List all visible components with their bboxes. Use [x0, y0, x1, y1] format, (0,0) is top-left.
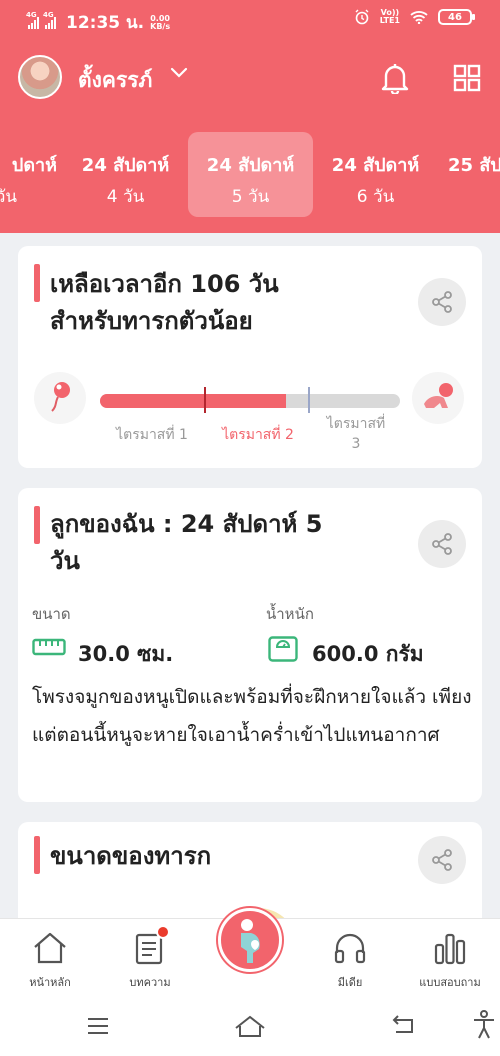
baby-description: โพรงจมูกของหนูเปิดและพร้อมที่จะฝึกหายใจแ… [32, 686, 472, 746]
share-button[interactable] [418, 520, 466, 568]
share-icon [432, 849, 452, 871]
battery-indicator: 46 [438, 9, 475, 25]
bar-chart-icon [434, 933, 466, 965]
title-accent [34, 264, 40, 302]
accessibility-icon[interactable] [472, 1010, 496, 1040]
progress-fill [100, 394, 286, 408]
week-item[interactable]: ปดาห์ วัน [0, 132, 65, 217]
trimester-label: ไตรมาสที่ 1 [116, 427, 188, 443]
headphones-icon [334, 933, 366, 964]
ruler-icon [32, 638, 66, 656]
nav-quiz[interactable]: แบบสอบถาม [400, 919, 500, 999]
week-item[interactable]: 25 สัป [440, 132, 500, 217]
lte-indicator: Vo)) LTE1 [379, 8, 400, 25]
share-button[interactable] [418, 836, 466, 884]
alarm-icon [355, 9, 369, 25]
trimester-divider [308, 387, 310, 413]
status-time: 12:35 น. [66, 13, 145, 33]
nav-home[interactable]: หน้าหลัก [0, 919, 100, 999]
week-selector[interactable]: ปดาห์ วัน 24 สัปดาห์ 4 วัน 24 สัปดาห์ 5 … [0, 132, 500, 217]
week-item[interactable]: 24 สัปดาห์ 6 วัน [313, 132, 438, 217]
menu-icon[interactable] [86, 1016, 110, 1036]
pregnancy-progress-bar [100, 394, 400, 408]
avatar[interactable] [18, 55, 62, 99]
progress-marker [204, 387, 206, 413]
title-accent [34, 506, 40, 544]
size-value: 30.0 ซม. [78, 642, 174, 666]
notification-dot [156, 925, 170, 939]
baby-info-card: ลูกของฉัน : 24 สัปดาห์ 5 วัน ขนาด 30.0 ซ… [18, 488, 482, 802]
trimester-label-active: ไตรมาสที่ 2 [222, 427, 294, 443]
status-bar: 4G 4G 12:35 น. 0.00 KB/s Vo)) LTE1 46 [0, 0, 500, 38]
title-accent [34, 836, 40, 874]
baby-title: ลูกของฉัน : 24 สัปดาห์ 5 วัน [50, 510, 323, 575]
share-icon [432, 533, 452, 555]
week-item[interactable]: 24 สัปดาห์ 4 วัน [63, 132, 188, 217]
chevron-down-icon[interactable] [170, 67, 188, 79]
bell-icon[interactable] [380, 62, 410, 94]
system-navigation-bar [0, 998, 500, 1056]
pregnant-woman-icon [241, 919, 260, 963]
weight-value: 600.0 กรัม [312, 642, 424, 666]
nav-articles[interactable]: บทความ [100, 919, 200, 999]
sperm-icon [34, 372, 86, 424]
signal-icon: 4G [43, 11, 56, 29]
home-nav-icon[interactable] [234, 1014, 266, 1038]
countdown-title: เหลือเวลาอีก 106 วัน สำหรับทารกตัวน้อย [50, 270, 279, 335]
app-header: 4G 4G 12:35 น. 0.00 KB/s Vo)) LTE1 46 ตั… [0, 0, 500, 233]
back-icon[interactable] [390, 1014, 416, 1036]
scale-icon [268, 636, 298, 662]
wifi-icon [410, 11, 428, 24]
size-label: ขนาด [32, 605, 71, 623]
week-item-selected[interactable]: 24 สัปดาห์ 5 วัน [188, 132, 313, 217]
signal-icon: 4G [26, 11, 39, 29]
share-button[interactable] [418, 278, 466, 326]
weight-label: น้ำหนัก [266, 605, 314, 623]
size-card-title: ขนาดของทารก [50, 842, 212, 870]
grid-menu-icon[interactable] [453, 64, 481, 92]
network-speed: 0.00 KB/s [150, 13, 171, 31]
pregnancy-center-button[interactable] [218, 908, 282, 972]
share-icon [432, 291, 452, 313]
countdown-card: เหลือเวลาอีก 106 วัน สำหรับทารกตัวน้อย ไ… [18, 246, 482, 468]
baby-crawl-icon [412, 372, 464, 424]
username[interactable]: ตั้งครรภ์ [78, 64, 152, 97]
nav-media[interactable]: มีเดีย [300, 919, 400, 999]
trimester-label: ไตรมาสที่ 3 [326, 416, 386, 452]
home-icon [34, 932, 66, 964]
